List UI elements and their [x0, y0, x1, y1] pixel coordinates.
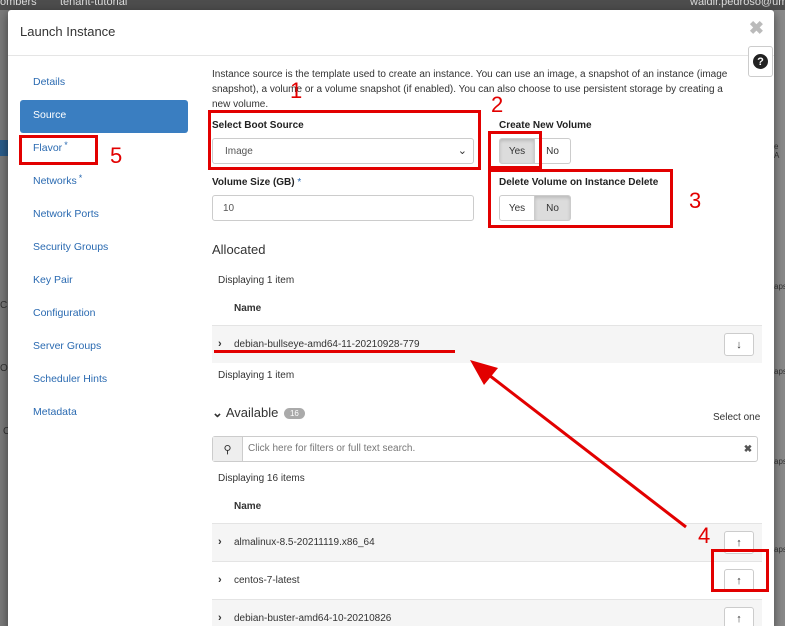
annotation-arrow [470, 360, 687, 529]
